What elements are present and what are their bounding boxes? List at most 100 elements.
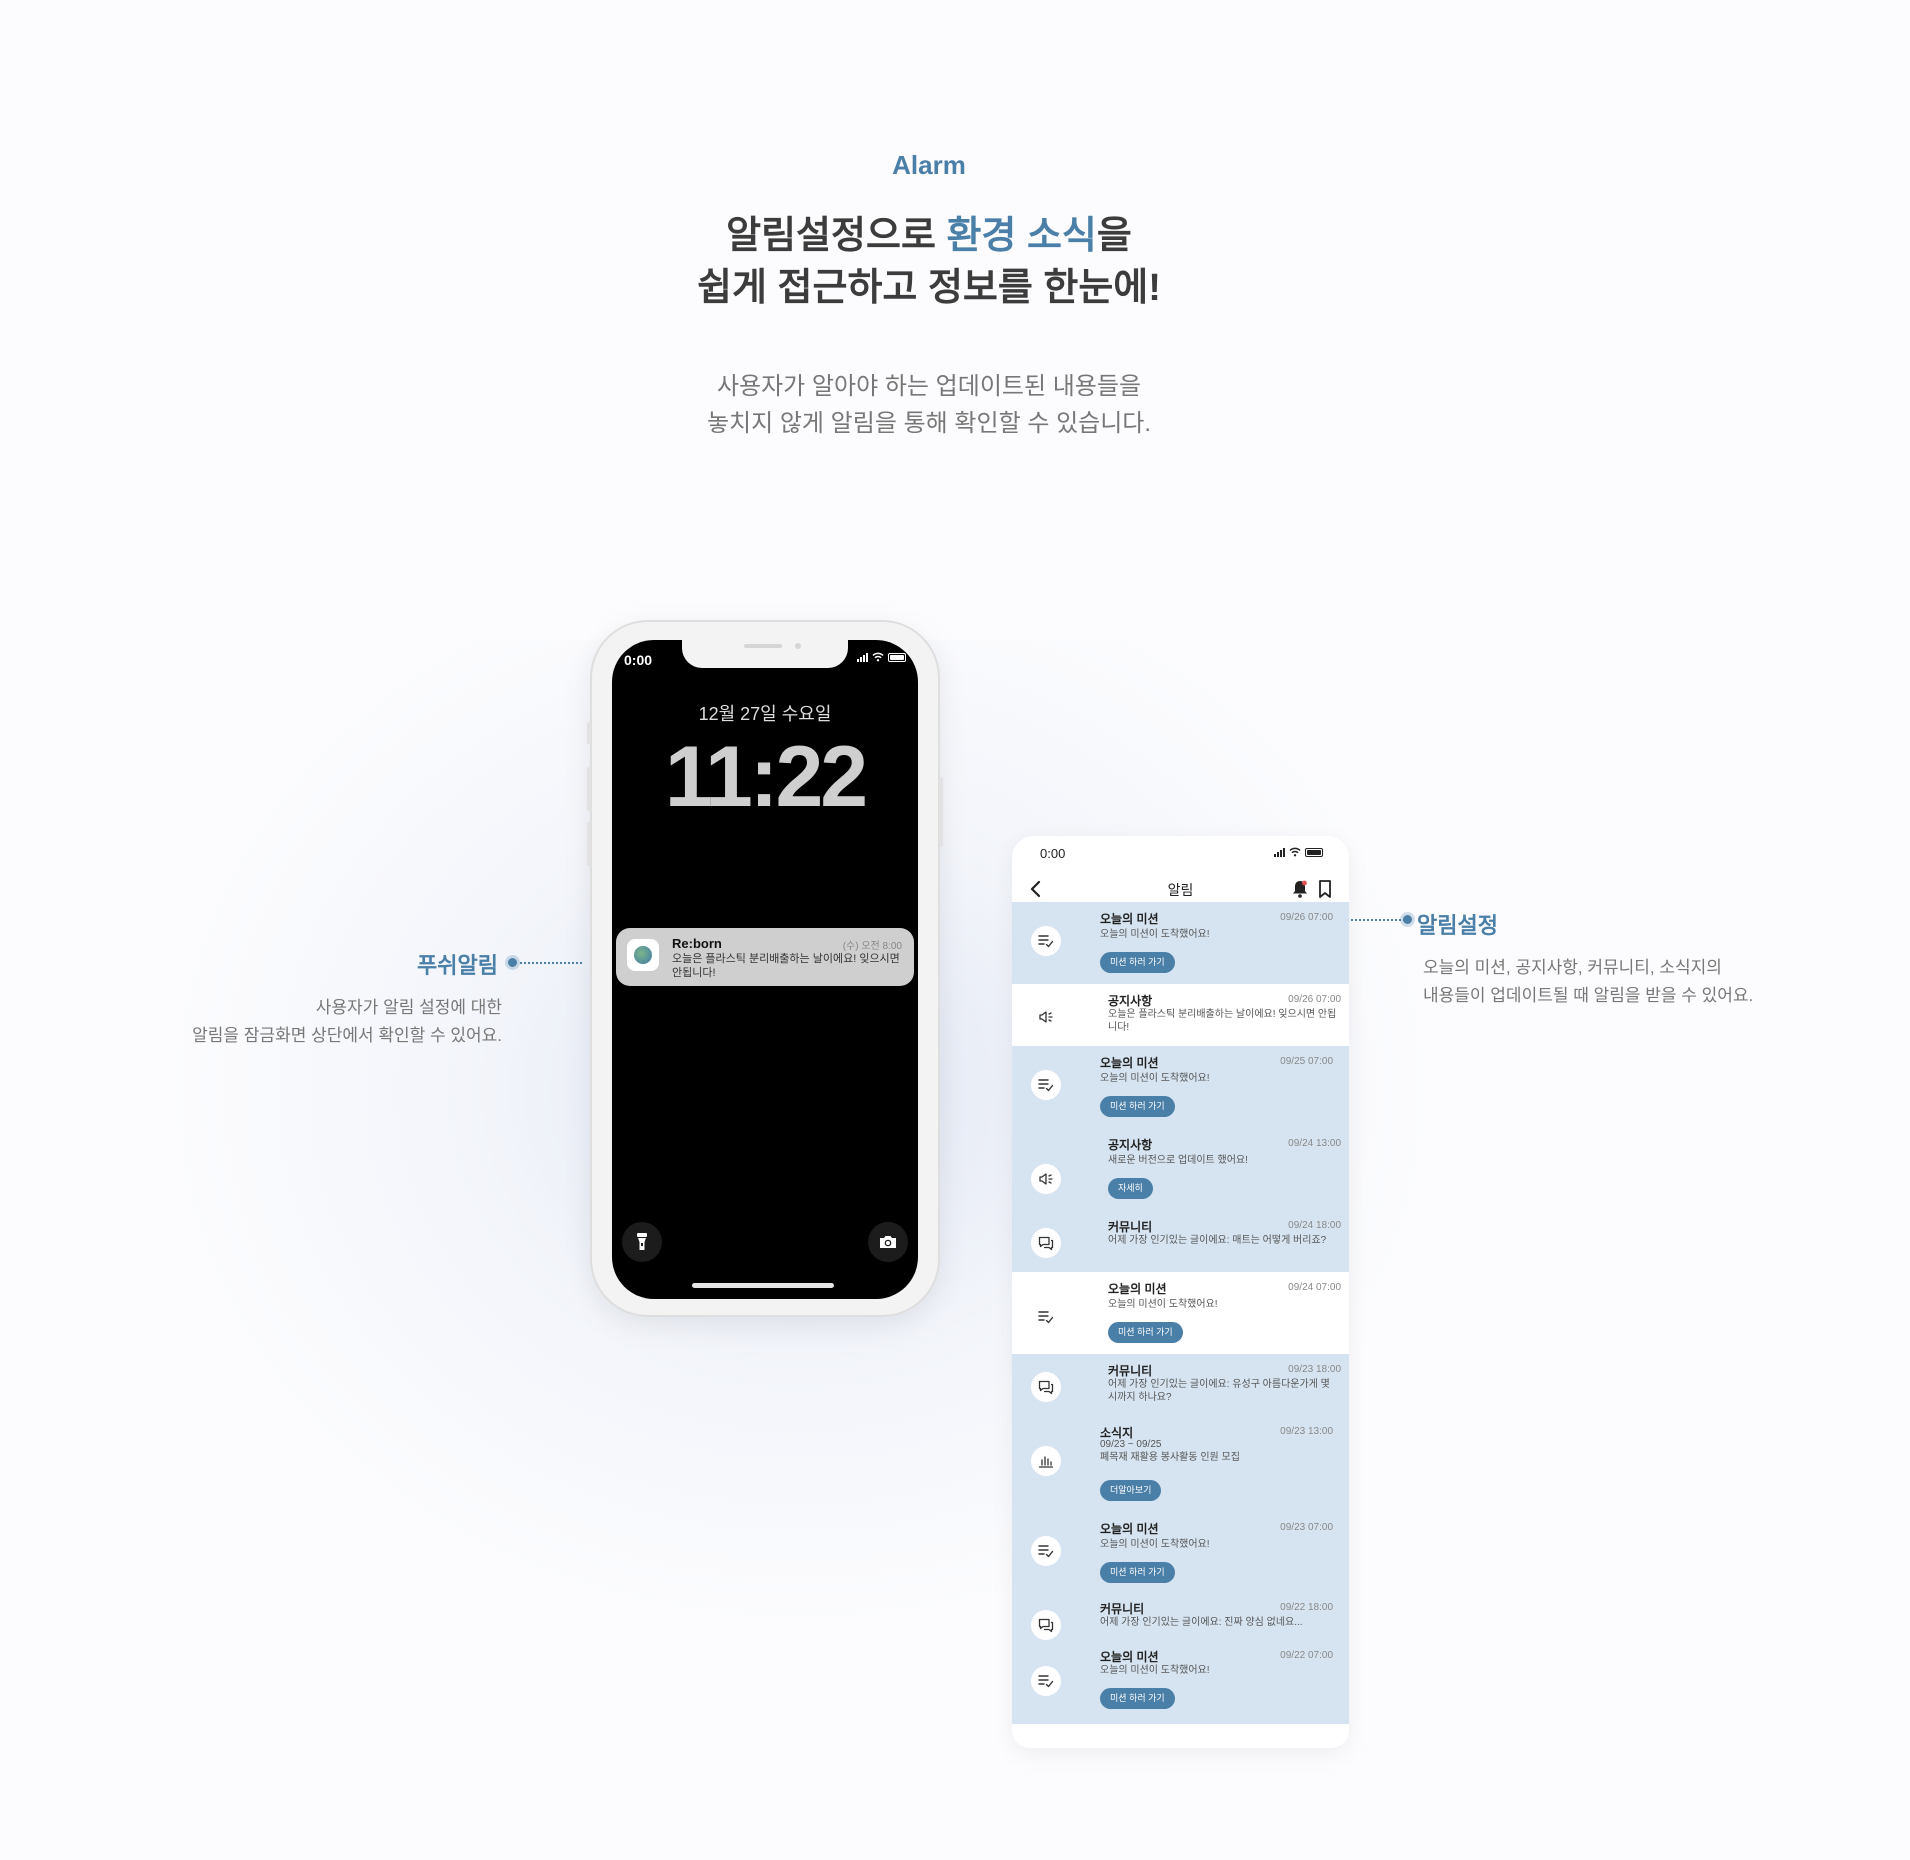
app-status-bar: 0:00 bbox=[1012, 836, 1349, 866]
notification-action-button[interactable]: 미션 하러 가기 bbox=[1100, 1562, 1175, 1583]
notification-title: 공지사항 bbox=[1108, 1138, 1153, 1152]
section-subcopy: 사용자가 알아야 하는 업데이트된 내용들을 놓치지 않게 알림을 통해 확인할… bbox=[0, 368, 1858, 442]
notification-action-button[interactable]: 미션 하러 가기 bbox=[1108, 1322, 1183, 1343]
notification-title: 오늘의 미션 bbox=[1108, 1282, 1167, 1296]
phone-mockup: 0:00 12월 27일 수요일 11:22 Re:born (수) 오전 8:… bbox=[587, 620, 943, 1317]
section-eyebrow: Alarm bbox=[892, 150, 966, 180]
callout-dot bbox=[1403, 915, 1412, 924]
callout-push-desc-line2: 알림을 잠금화면 상단에서 확인할 수 있어요. bbox=[192, 1026, 502, 1045]
notification-item[interactable]: 공지사항 09/26 07:00 오늘은 플라스틱 분리배출하는 날이에요! 잊으시… bbox=[1012, 984, 1349, 1046]
camera-icon bbox=[880, 1236, 896, 1248]
flashlight-icon bbox=[637, 1233, 647, 1250]
callout-connector bbox=[1351, 919, 1405, 921]
app-status-time: 0:00 bbox=[1040, 846, 1066, 861]
wifi-icon bbox=[1289, 847, 1301, 857]
notification-title: 공지사항 bbox=[1108, 994, 1153, 1008]
push-app-name: Re:born bbox=[672, 936, 722, 951]
notification-icon-badge bbox=[1031, 1002, 1061, 1032]
section-headline: 알림설정으로 환경 소식을 쉽게 접근하고 정보를 한눈에! bbox=[0, 210, 1858, 314]
notification-item[interactable]: 커뮤니티 09/23 18:00 어제 가장 인기있는 글이에요: 유성구 아름다운… bbox=[1012, 1354, 1349, 1416]
callout-push-desc-line1: 사용자가 알림 설정에 대한 bbox=[315, 998, 502, 1017]
checklist-icon bbox=[1038, 934, 1054, 948]
notification-icon-badge bbox=[1031, 1070, 1061, 1100]
signal-icon bbox=[857, 652, 868, 662]
status-icons bbox=[857, 652, 906, 662]
notification-icon-badge bbox=[1031, 1666, 1061, 1696]
chat-icon bbox=[1038, 1236, 1054, 1251]
notification-message: 어제 가장 인기있는 글이에요: 매트는 어떻게 버리죠? bbox=[1108, 1235, 1327, 1246]
notification-action-button[interactable]: 미션 하러 가기 bbox=[1100, 1096, 1175, 1117]
wifi-icon bbox=[872, 652, 884, 662]
lock-clock: 11:22 bbox=[664, 729, 868, 825]
callout-push-title: 푸쉬알림 bbox=[417, 953, 498, 978]
notification-time: 09/26 07:00 bbox=[1280, 912, 1333, 923]
notification-message: 오늘은 플라스틱 분리배출하는 날이에요! 잊으시면 안됩니다! bbox=[1108, 1009, 1337, 1033]
notification-item[interactable]: 커뮤니티 09/24 18:00 어제 가장 인기있는 글이에요: 매트는 어떻게 … bbox=[1012, 1210, 1349, 1272]
callout-connector bbox=[520, 962, 582, 964]
notification-icon-badge bbox=[1031, 1302, 1061, 1332]
headline-highlight: 환경 소식 bbox=[946, 215, 1097, 257]
signal-icon bbox=[1274, 847, 1285, 857]
app-logo-icon bbox=[627, 939, 659, 971]
notch bbox=[682, 640, 848, 668]
notification-icon-badge bbox=[1031, 1164, 1061, 1194]
callout-settings-desc: 오늘의 미션, 공지사항, 커뮤니티, 소식지의 내용들이 업데이트될 때 알림… bbox=[1423, 954, 1843, 1010]
notification-title: 커뮤니티 bbox=[1108, 1220, 1153, 1234]
notification-icon-badge bbox=[1031, 1228, 1061, 1258]
notification-time: 09/24 18:00 bbox=[1288, 1220, 1341, 1231]
subcopy-line1: 사용자가 알아야 하는 업데이트된 내용들을 bbox=[716, 373, 1142, 400]
chat-icon bbox=[1038, 1618, 1054, 1633]
notification-item[interactable]: 공지사항 09/24 13:00 새로운 버전으로 업데이트 했어요! 자세히 bbox=[1012, 1128, 1349, 1210]
notification-time: 09/23 07:00 bbox=[1280, 1522, 1333, 1533]
notification-icon-badge bbox=[1031, 1446, 1061, 1476]
checklist-icon bbox=[1038, 1544, 1054, 1558]
notification-time: 09/24 13:00 bbox=[1288, 1138, 1341, 1149]
volume-down-button bbox=[587, 822, 591, 866]
notification-time: 09/26 07:00 bbox=[1288, 994, 1341, 1005]
notification-title: 오늘의 미션 bbox=[1100, 1522, 1159, 1536]
notification-date-range: 09/23 ~ 09/25 bbox=[1100, 1439, 1162, 1450]
checklist-icon bbox=[1038, 1078, 1054, 1092]
flashlight-button[interactable] bbox=[622, 1222, 662, 1262]
notification-message: 오늘의 미션이 도착했어요! bbox=[1100, 1539, 1210, 1550]
notification-action-button[interactable]: 자세히 bbox=[1108, 1178, 1153, 1199]
notification-time: 09/25 07:00 bbox=[1280, 1056, 1333, 1067]
bookmark-icon[interactable] bbox=[1317, 879, 1333, 899]
battery-icon bbox=[1305, 847, 1323, 857]
notification-action-button[interactable]: 미션 하러 가기 bbox=[1100, 1688, 1175, 1709]
notification-icon-badge bbox=[1031, 1610, 1061, 1640]
notification-title: 오늘의 미션 bbox=[1100, 1650, 1159, 1664]
notification-action-button[interactable]: 미션 하러 가기 bbox=[1100, 952, 1175, 973]
notification-item[interactable]: 소식지 09/23 13:00 09/23 ~ 09/25 폐목재 재활용 봉사활동 … bbox=[1012, 1416, 1349, 1512]
push-message: 오늘은 플라스틱 분리배출하는 날이에요! 잊으시면 안됩니다! bbox=[672, 953, 900, 979]
notification-title: 오늘의 미션 bbox=[1100, 912, 1159, 926]
notification-list: 오늘의 미션 09/26 07:00 오늘의 미션이 도착했어요! 미션 하러 가기 공… bbox=[1012, 902, 1349, 1724]
subcopy-line2: 놓치지 않게 알림을 통해 확인할 수 있습니다. bbox=[706, 410, 1152, 437]
notification-icon-badge bbox=[1031, 1372, 1061, 1402]
notification-screen: 0:00 알림 오늘의 미션 09/26 07:00 오늘의 미션이 도착했어요! 미… bbox=[1012, 836, 1349, 1748]
notification-item[interactable]: 오늘의 미션 09/22 07:00 오늘의 미션이 도착했어요! 미션 하러 가기 bbox=[1012, 1642, 1349, 1724]
notification-icon-badge bbox=[1031, 926, 1061, 956]
notification-item[interactable]: 커뮤니티 09/22 18:00 어제 가장 인기있는 글이에요: 진짜 양심 없네… bbox=[1012, 1594, 1349, 1642]
notification-time: 09/22 18:00 bbox=[1280, 1602, 1333, 1613]
notification-item[interactable]: 오늘의 미션 09/24 07:00 오늘의 미션이 도착했어요! 미션 하러 가기 bbox=[1012, 1272, 1349, 1354]
headline-text: 을 bbox=[1096, 215, 1132, 257]
headline-line2: 쉽게 접근하고 정보를 한눈에! bbox=[697, 267, 1161, 309]
status-time: 0:00 bbox=[624, 652, 653, 668]
notification-item[interactable]: 오늘의 미션 09/25 07:00 오늘의 미션이 도착했어요! 미션 하러 가기 bbox=[1012, 1046, 1349, 1128]
power-button bbox=[939, 777, 943, 847]
notification-item[interactable]: 오늘의 미션 09/26 07:00 오늘의 미션이 도착했어요! 미션 하러 가기 bbox=[1012, 902, 1349, 984]
callout-dot bbox=[508, 958, 517, 967]
notification-message: 새로운 버전으로 업데이트 했어요! bbox=[1108, 1155, 1248, 1166]
notification-action-button[interactable]: 더알아보기 bbox=[1100, 1480, 1162, 1501]
notification-message: 어제 가장 인기있는 글이에요: 진짜 양심 없네요... bbox=[1100, 1617, 1303, 1628]
callout-settings-desc-line1: 오늘의 미션, 공지사항, 커뮤니티, 소식지의 bbox=[1423, 958, 1722, 977]
notification-item[interactable]: 오늘의 미션 09/23 07:00 오늘의 미션이 도착했어요! 미션 하러 가기 bbox=[1012, 1512, 1349, 1594]
notification-title: 커뮤니티 bbox=[1108, 1364, 1153, 1378]
notification-message: 오늘의 미션이 도착했어요! bbox=[1100, 1073, 1210, 1084]
notification-time: 09/22 07:00 bbox=[1280, 1650, 1333, 1661]
push-notification[interactable]: Re:born (수) 오전 8:00 오늘은 플라스틱 분리배출하는 날이에요… bbox=[616, 928, 914, 986]
checklist-icon bbox=[1038, 1674, 1054, 1688]
camera-button[interactable] bbox=[868, 1222, 908, 1262]
bell-icon[interactable] bbox=[1291, 879, 1309, 899]
